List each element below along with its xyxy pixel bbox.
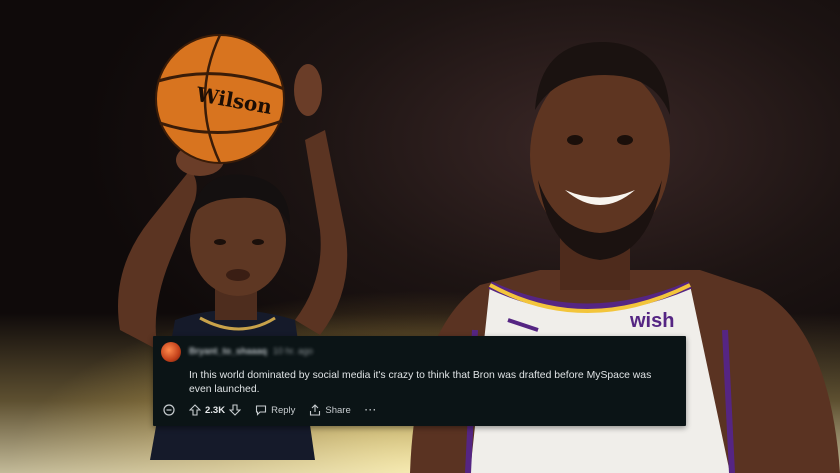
comment-text: In this world dominated by social media … xyxy=(189,370,652,395)
reply-button[interactable]: Reply xyxy=(255,404,295,416)
jersey-sponsor: wish xyxy=(629,310,674,332)
reply-label: Reply xyxy=(271,404,296,416)
photo-composite: Wilson wish Bryant_to_shaaaq 10 hr. ago … xyxy=(0,0,840,473)
vote-group: 2.3K xyxy=(189,404,242,416)
reply-icon xyxy=(256,405,267,416)
upvote-icon[interactable] xyxy=(189,404,201,416)
share-label: Share xyxy=(325,404,351,416)
comment-card: Bryant_to_shaaaq 10 hr. ago In this worl… xyxy=(153,336,686,426)
comment-username[interactable]: Bryant_to_shaaaq xyxy=(189,346,267,356)
more-button[interactable]: ··· xyxy=(365,405,378,416)
comment-actions: 2.3K Reply Share ··· xyxy=(163,402,391,418)
vote-score: 2.3K xyxy=(205,404,226,416)
basketball: Wilson xyxy=(155,34,285,164)
more-icon: ··· xyxy=(364,404,378,416)
downvote-icon[interactable] xyxy=(229,404,242,416)
share-button[interactable]: Share xyxy=(309,404,351,416)
collapse-button[interactable] xyxy=(163,404,175,416)
comment-time: 10 hr. ago xyxy=(273,346,314,356)
avatar[interactable] xyxy=(161,342,181,362)
collapse-icon xyxy=(163,404,175,416)
share-icon xyxy=(310,404,321,416)
